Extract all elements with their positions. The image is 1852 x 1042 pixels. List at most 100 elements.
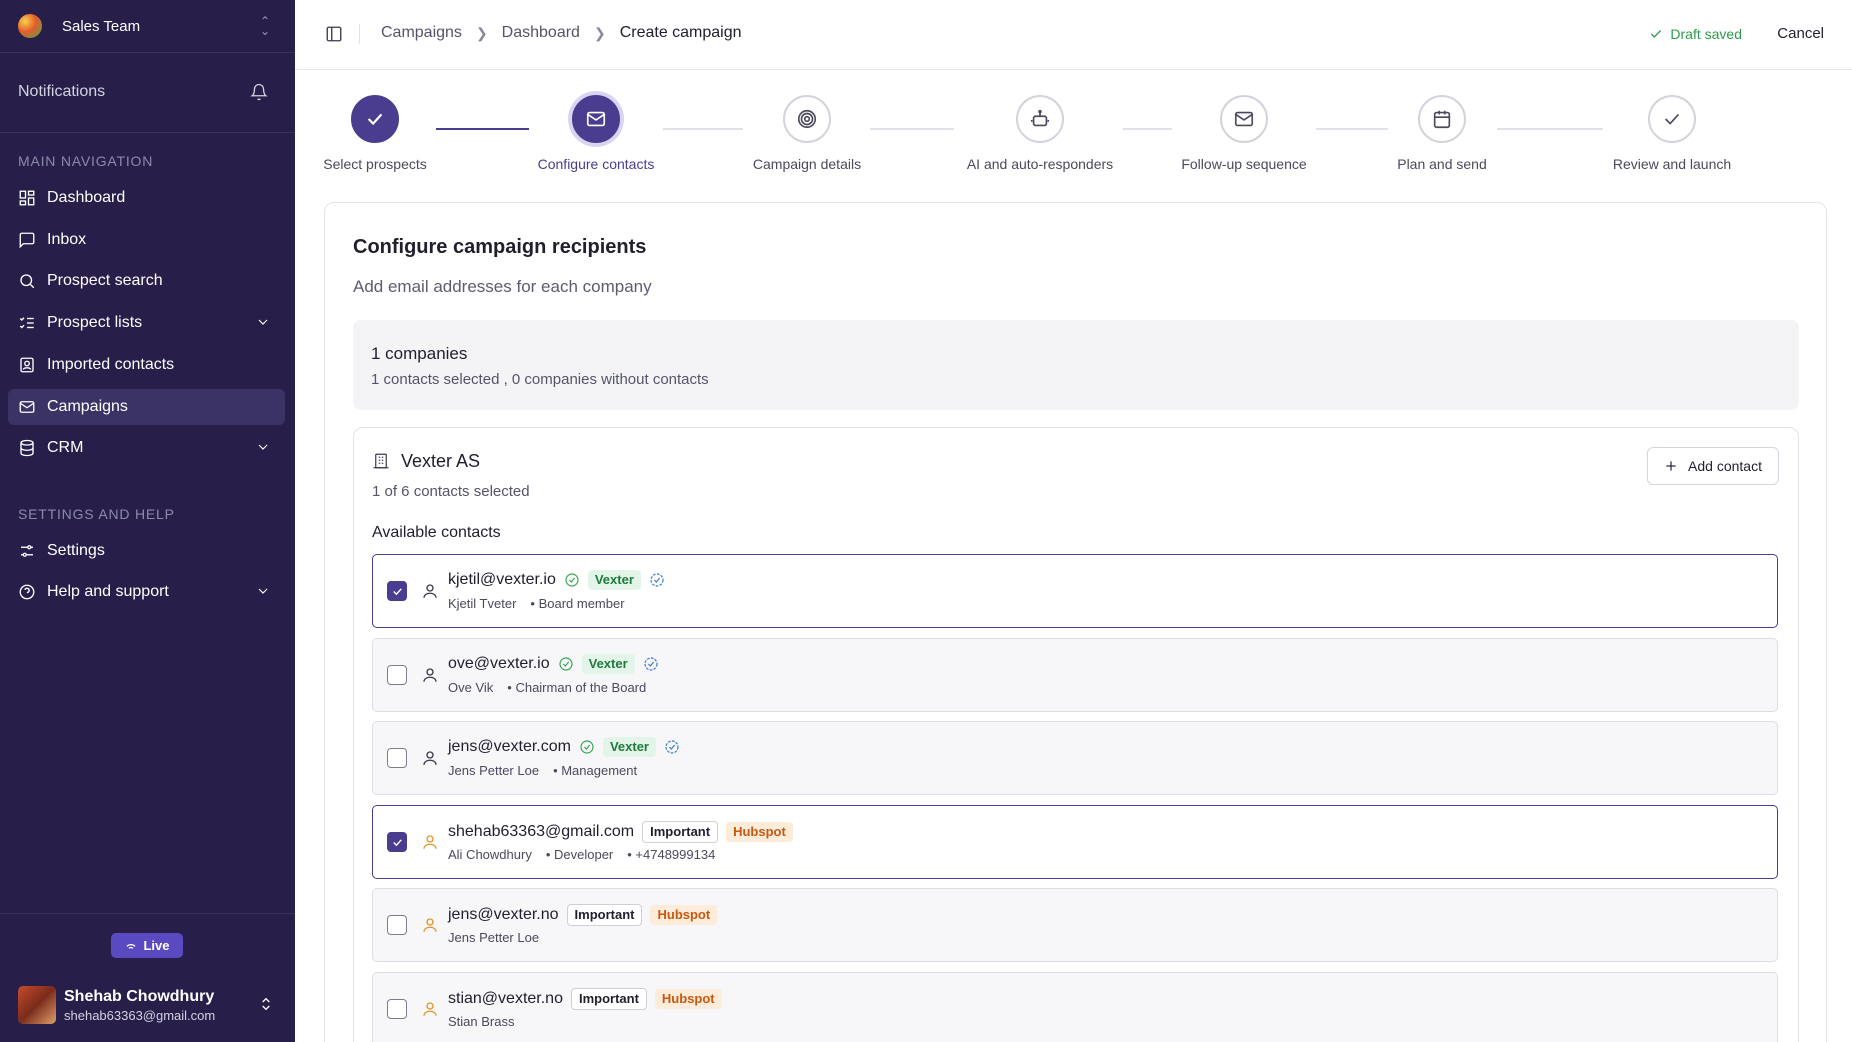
- check-circle-icon: [580, 740, 594, 754]
- check-icon: [1664, 113, 1680, 125]
- plus-icon: [1666, 461, 1676, 471]
- check-circle-icon: [559, 657, 573, 671]
- user-icon: [423, 1002, 437, 1016]
- user-menu[interactable]: Shehab Chowdhury shehab63363@gmail.com: [18, 984, 280, 1026]
- notifications-row[interactable]: Notifications: [18, 80, 268, 104]
- sidebar-item-help[interactable]: Help and support: [8, 574, 285, 610]
- live-badge: Live: [111, 933, 183, 958]
- contact-role: • Developer: [545, 847, 614, 862]
- contact-row[interactable]: ove@vexter.io Vexter Ove Vik • Chairman …: [372, 638, 1778, 712]
- live-label: Live: [143, 938, 170, 953]
- contact-email: shehab63363@gmail.com: [448, 823, 635, 840]
- sidebar: Sales Team ⌃ ⌄ Notifications MAIN NAVIGAT…: [0, 0, 295, 1042]
- step-label: AI and auto-responders: [966, 156, 1114, 172]
- check-icon: [367, 113, 383, 126]
- selection-summary: 1 contacts selected , 0 companies withou…: [371, 371, 709, 388]
- sidebar-item-dashboard[interactable]: Dashboard: [8, 180, 285, 216]
- calendar-icon: [1433, 110, 1451, 129]
- sidebar-item-crm[interactable]: CRM: [8, 430, 285, 466]
- breadcrumb-campaigns[interactable]: Campaigns: [381, 24, 462, 42]
- user-icon: [423, 918, 437, 932]
- contact-checkbox[interactable]: [387, 581, 407, 601]
- contact-row[interactable]: shehab63363@gmail.com Important Hubspot …: [372, 805, 1778, 879]
- user-icon: [423, 835, 437, 849]
- contact-name: Ali Chowdhury: [448, 847, 532, 862]
- contact-checkbox[interactable]: [387, 832, 407, 852]
- contact-checkbox[interactable]: [387, 748, 407, 768]
- add-contact-button[interactable]: Add contact: [1647, 447, 1779, 485]
- check-circle-icon: [565, 573, 579, 587]
- contact-name: Jens Petter Loe: [448, 930, 540, 945]
- verified-badge-icon: [644, 657, 658, 671]
- source-tag: Vexter: [587, 570, 641, 590]
- contacts-icon: [20, 357, 34, 373]
- team-switcher[interactable]: Sales Team ⌃ ⌄: [18, 12, 278, 40]
- step-configure-contacts[interactable]: Configure contacts: [496, 95, 696, 172]
- top-header: Campaigns ❯ Dashboard ❯ Create campaign …: [295, 0, 1852, 70]
- chevron-down-icon[interactable]: [255, 314, 271, 330]
- contact-row[interactable]: jens@vexter.no Important Hubspot Jens Pe…: [372, 888, 1778, 962]
- step-ai-auto-responders[interactable]: AI and auto-responders: [940, 95, 1140, 172]
- sidebar-item-settings[interactable]: Settings: [8, 533, 285, 569]
- contact-role: • Management: [553, 763, 638, 778]
- company-name: Vexter AS: [401, 451, 481, 471]
- chevrons-up-down-icon: ⌃ ⌄: [259, 14, 270, 38]
- avatar: [18, 986, 56, 1024]
- user-icon: [423, 584, 437, 598]
- chevron-down-icon[interactable]: [255, 583, 271, 599]
- bell-icon[interactable]: [250, 83, 268, 101]
- mail-icon: [1234, 111, 1254, 127]
- chevron-right-icon: ❯: [475, 24, 488, 41]
- contact-row[interactable]: kjetil@vexter.io Vexter Kjetil Tveter • …: [372, 554, 1778, 628]
- contact-name: Ove Vik: [448, 680, 494, 695]
- step-label: Select prospects: [323, 156, 427, 172]
- contact-checkbox[interactable]: [387, 999, 407, 1019]
- target-icon: [797, 109, 817, 129]
- settings-icon: [21, 545, 33, 557]
- campaign-stepper: Select prospects Configure contacts Camp…: [295, 95, 1852, 185]
- cancel-button[interactable]: Cancel: [1777, 25, 1824, 42]
- breadcrumb-dashboard[interactable]: Dashboard: [502, 24, 580, 42]
- step-select-prospects[interactable]: Select prospects: [275, 95, 475, 172]
- team-name: Sales Team: [62, 17, 141, 35]
- sidebar-item-label: Imported contacts: [47, 356, 175, 373]
- sidebar-item-inbox[interactable]: Inbox: [8, 222, 285, 258]
- sidebar-item-prospect-search[interactable]: Prospect search: [8, 263, 285, 299]
- step-plan-and-send[interactable]: Plan and send: [1342, 95, 1542, 172]
- step-review-and-launch[interactable]: Review and launch: [1572, 95, 1772, 172]
- step-campaign-details[interactable]: Campaign details: [707, 95, 907, 172]
- step-follow-up-sequence[interactable]: Follow-up sequence: [1144, 95, 1344, 172]
- source-tag: Vexter: [581, 654, 635, 674]
- search-icon: [20, 274, 35, 289]
- contact-row[interactable]: stian@vexter.no Important Hubspot Stian …: [372, 972, 1778, 1042]
- check-icon: [392, 587, 402, 595]
- sidebar-item-label: Dashboard: [47, 189, 126, 206]
- contact-email: stian@vexter.no: [448, 990, 563, 1007]
- sidebar-item-label: CRM: [47, 439, 84, 456]
- wifi-icon: [126, 943, 136, 951]
- sidebar-item-prospect-lists[interactable]: Prospect lists: [8, 305, 285, 341]
- sidebar-item-campaigns[interactable]: Campaigns: [8, 389, 285, 425]
- bot-icon: [1030, 109, 1050, 127]
- sidebar-toggle-icon[interactable]: [325, 25, 343, 43]
- recipients-card: Configure campaign recipients Add email …: [324, 202, 1827, 1042]
- contact-checkbox[interactable]: [387, 915, 407, 935]
- chevron-down-icon[interactable]: [255, 439, 271, 455]
- step-label: Follow-up sequence: [1181, 156, 1307, 172]
- contact-row[interactable]: jens@vexter.com Vexter Jens Petter Loe •…: [372, 721, 1778, 795]
- contact-name: Stian Brass: [448, 1014, 515, 1029]
- add-contact-label: Add contact: [1688, 458, 1762, 474]
- contact-phone: • +4748999134: [627, 847, 716, 862]
- notifications-label: Notifications: [18, 83, 106, 100]
- company-card: Vexter AS 1 of 6 contacts selected Add c…: [353, 427, 1799, 1042]
- sidebar-item-imported-contacts[interactable]: Imported contacts: [8, 347, 285, 383]
- building-icon: [373, 453, 389, 469]
- contact-email: jens@vexter.no: [448, 906, 559, 923]
- contact-email: jens@vexter.com: [448, 738, 571, 755]
- breadcrumb: Campaigns ❯ Dashboard ❯ Create campaign: [381, 24, 742, 42]
- contact-email: kjetil@vexter.io: [448, 571, 556, 588]
- user-name: Shehab Chowdhury: [64, 987, 215, 1005]
- list-icon: [19, 317, 34, 329]
- contact-checkbox[interactable]: [387, 665, 407, 685]
- companies-count: 1 companies: [371, 344, 468, 363]
